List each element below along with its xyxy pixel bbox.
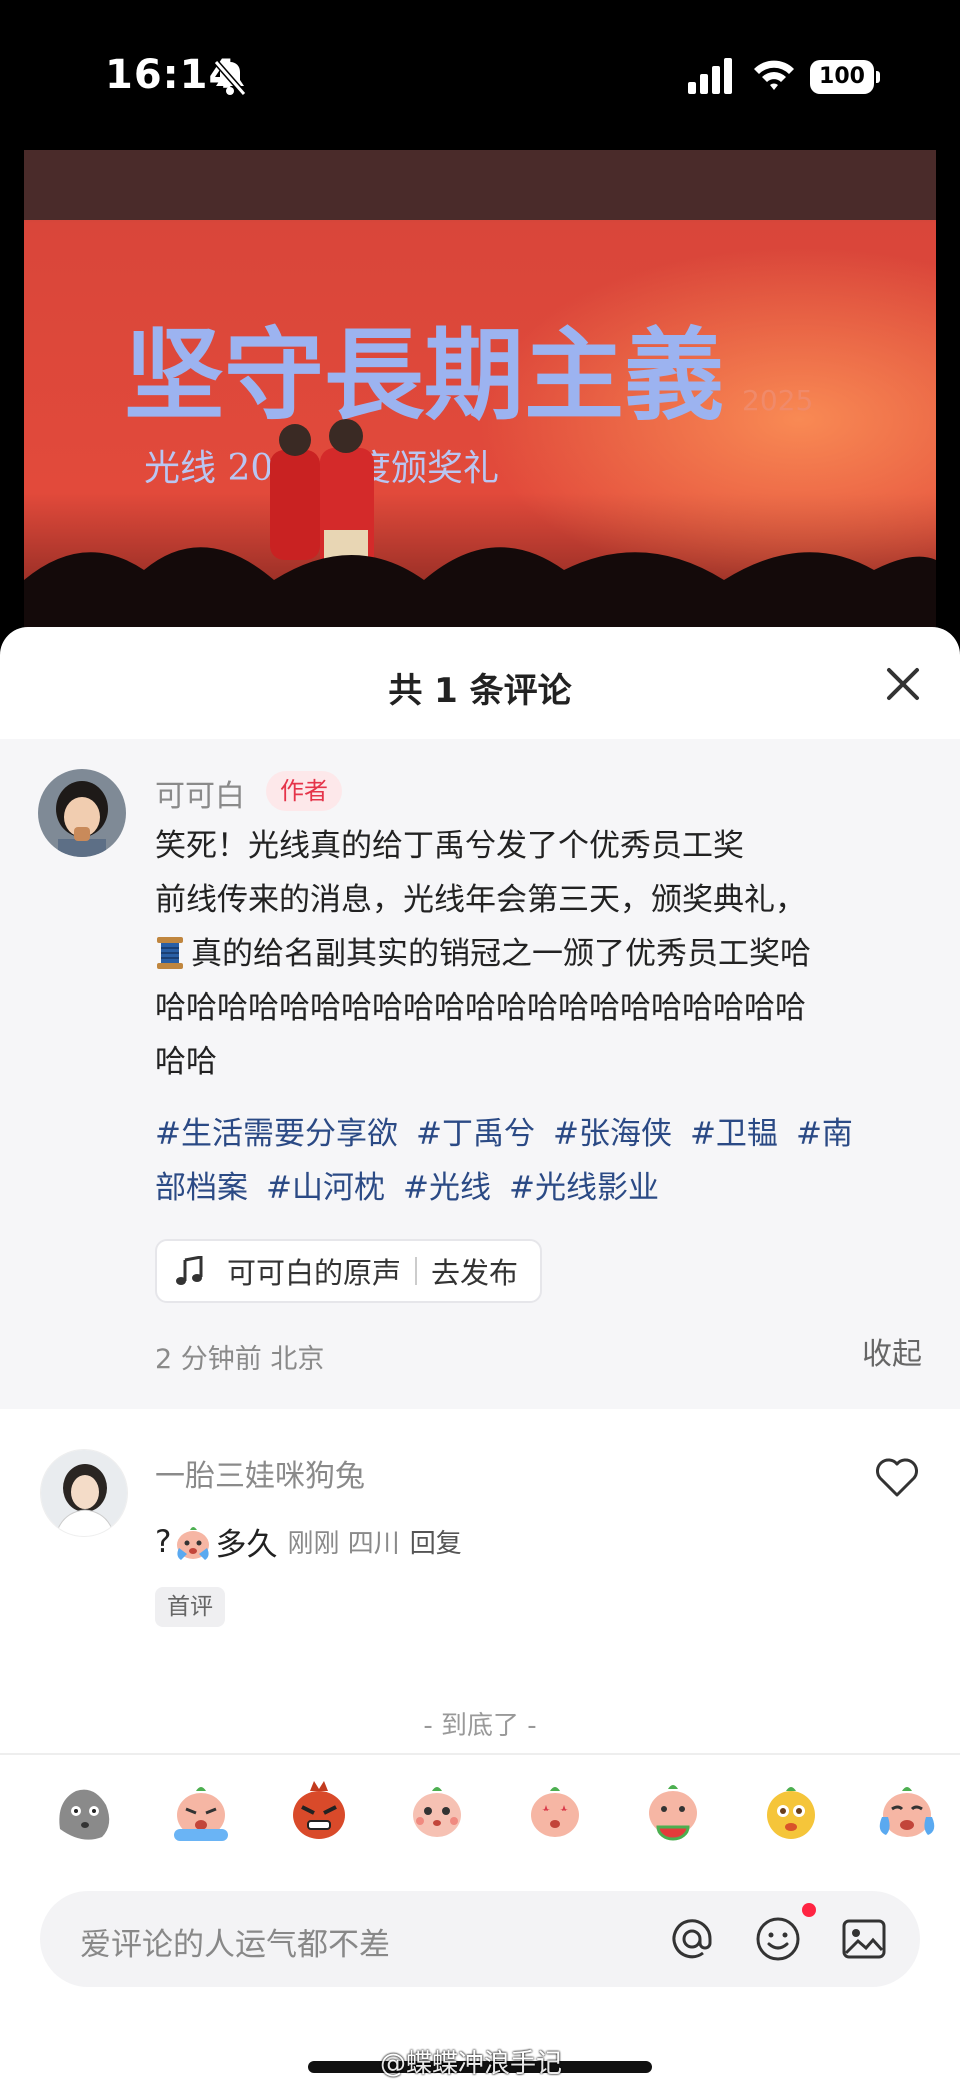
thread-spool-icon — [157, 937, 183, 969]
emoji-quick-bar — [0, 1777, 960, 1869]
reply-prefix: ? — [155, 1523, 172, 1560]
crying-peach-emoji-icon[interactable] — [166, 1777, 236, 1847]
crying-emoji-icon — [177, 1526, 210, 1560]
hashtag[interactable]: #光线 — [403, 1170, 491, 1206]
starry-peach-emoji-icon[interactable] — [520, 1777, 590, 1847]
image-picker-icon[interactable] — [840, 1915, 888, 1963]
stone-face-emoji-icon[interactable] — [48, 1777, 118, 1847]
chip-divider — [415, 1257, 418, 1285]
battery-indicator: 100 — [810, 60, 880, 94]
hashtag[interactable]: #张海侠 — [553, 1116, 672, 1152]
reply-meta: 刚刚 四川 — [287, 1529, 400, 1559]
hashtag[interactable]: #丁禹兮 — [416, 1116, 535, 1152]
wifi-icon — [754, 60, 794, 90]
first-comment-badge: 首评 — [155, 1587, 225, 1627]
music-note-icon — [176, 1256, 203, 1285]
hashtag[interactable]: #生活需要分享欲 — [155, 1116, 398, 1152]
comments-panel: 共 1 条评论 可可白 作者 笑死！光线真的给丁禹兮发了个优秀员工奖 前线传来的… — [0, 627, 960, 2087]
collapse-button[interactable]: 收起 — [862, 1329, 922, 1373]
reply-comment: 一胎三娃咪狗兔 ? 多久 刚刚 四川 回复 首评 — [0, 1409, 960, 1709]
watermark: @蝶蝶冲浪手记 — [380, 2049, 563, 2079]
video-frame: 坚守長期主義 光线 2024年度颁奖礼 2025 — [24, 150, 936, 640]
shy-peach-emoji-icon[interactable] — [402, 1777, 472, 1847]
comment-line: 笑死！光线真的给丁禹兮发了个优秀员工奖 — [155, 828, 744, 864]
close-icon[interactable] — [884, 665, 922, 703]
yellow-star-face-emoji-icon[interactable] — [756, 1777, 826, 1847]
original-sound-chip[interactable]: 可可白的原声 去发布 — [155, 1239, 543, 1303]
author-badge: 作者 — [266, 771, 342, 811]
cell-signal-icon — [688, 58, 732, 94]
comment-line: 真的给名副其实的销冠之一颁了优秀员工奖哈 — [155, 927, 925, 981]
divider — [0, 1753, 960, 1755]
sound-label: 可可白的原声 — [227, 1256, 402, 1290]
tears-peach-emoji-icon[interactable] — [872, 1777, 942, 1847]
watermelon-peach-emoji-icon[interactable] — [638, 1777, 708, 1847]
banner-side-text: 2025 — [742, 384, 813, 417]
reply-action[interactable]: 回复 — [410, 1523, 462, 1560]
hashtag-list: #生活需要分享欲 #丁禹兮 #张海侠 #卫韫 #南 部档案 #山河枕 #光线 #光线影业 — [155, 1107, 925, 1215]
comment-body: 笑死！光线真的给丁禹兮发了个优秀员工奖 前线传来的消息，光线年会第三天，颁奖典礼… — [155, 819, 925, 1089]
hashtag[interactable]: #光线影业 — [509, 1170, 659, 1206]
banner-title: 坚守長期主義 — [124, 316, 724, 434]
status-bar: 16:14 100 — [0, 0, 960, 150]
comments-count-title: 共 1 条评论 — [388, 671, 572, 711]
comment-meta: 2 分钟前 北京 — [155, 1344, 325, 1375]
avatar[interactable] — [40, 1449, 128, 1537]
comment-input-placeholder: 爱评论的人运气都不差 — [80, 1927, 390, 1963]
video-player[interactable]: 坚守長期主義 光线 2024年度颁奖礼 2025 — [24, 150, 936, 640]
reply-username[interactable]: 一胎三娃咪狗兔 — [155, 1451, 365, 1495]
comment-line: 哈哈 — [155, 1044, 217, 1080]
end-of-list: - 到底了 - — [423, 1711, 537, 1741]
publish-sound-link[interactable]: 去发布 — [431, 1250, 518, 1292]
hashtag[interactable]: #卫韫 — [690, 1116, 778, 1152]
hashtag[interactable]: 部档案 — [155, 1170, 248, 1206]
mention-at-icon[interactable] — [668, 1915, 716, 1963]
comment-line-text: 真的给名副其实的销冠之一颁了优秀员工奖哈 — [191, 936, 811, 972]
emoji-picker-icon[interactable] — [754, 1915, 802, 1963]
heart-icon[interactable] — [874, 1457, 920, 1499]
notification-dot — [802, 1903, 816, 1917]
hashtag[interactable]: #山河枕 — [266, 1170, 385, 1206]
comment-line: 前线传来的消息，光线年会第三天，颁奖典礼， — [155, 882, 806, 918]
reply-body: ? 多久 刚刚 四川 回复 — [155, 1519, 462, 1564]
hashtag[interactable]: #南 — [796, 1116, 853, 1152]
muted-bell-icon — [213, 60, 247, 96]
avatar[interactable] — [38, 769, 126, 857]
reply-text: 多久 — [215, 1527, 278, 1563]
comments-header: 共 1 条评论 — [0, 627, 960, 739]
author-username[interactable]: 可可白 — [155, 771, 245, 815]
comment-input[interactable]: 爱评论的人运气都不差 — [40, 1891, 920, 1987]
author-comment: 可可白 作者 笑死！光线真的给丁禹兮发了个优秀员工奖 前线传来的消息，光线年会第… — [0, 739, 960, 1409]
comment-line: 哈哈哈哈哈哈哈哈哈哈哈哈哈哈哈哈哈哈哈哈哈 — [155, 990, 806, 1026]
angry-face-emoji-icon[interactable] — [284, 1777, 354, 1847]
